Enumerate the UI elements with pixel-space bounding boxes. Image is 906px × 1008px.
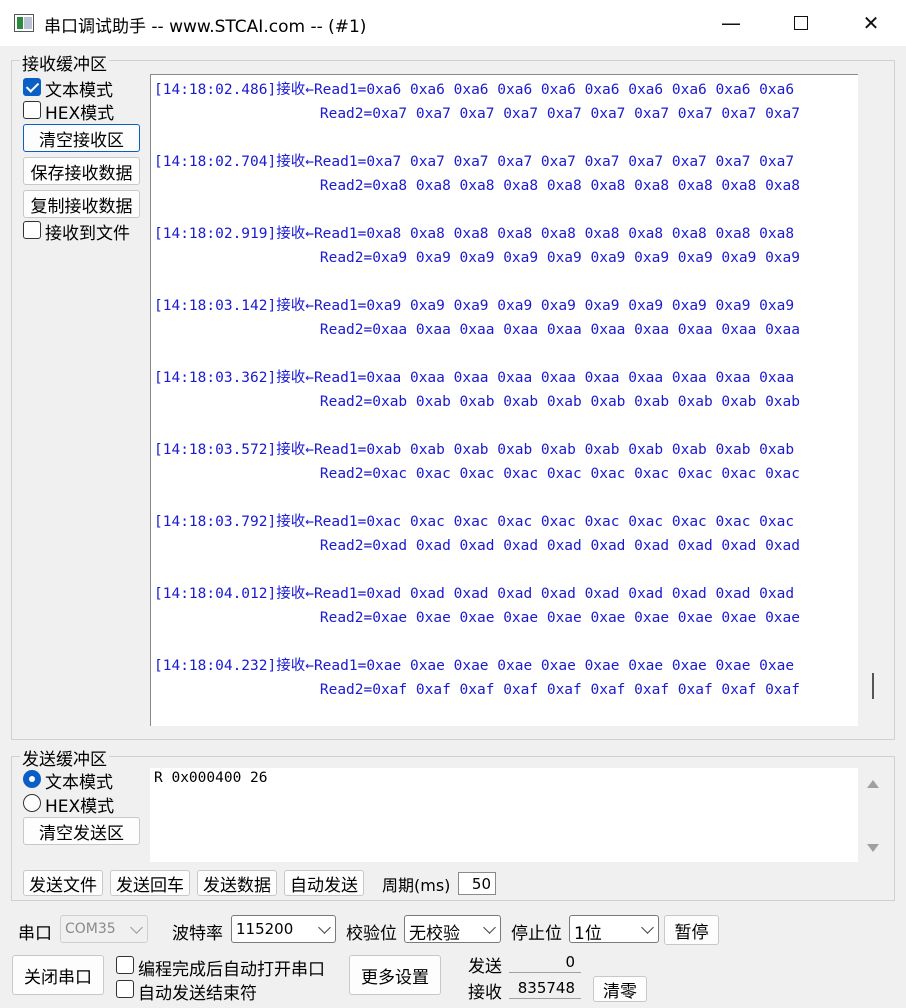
- receive-line: [154, 126, 800, 150]
- receive-line: Read2=0xab 0xab 0xab 0xab 0xab 0xab 0xab…: [154, 394, 801, 410]
- recv-label: 接收: [468, 983, 502, 1003]
- send-hex-mode-label: HEX模式: [45, 797, 115, 817]
- baud-select[interactable]: 115200: [231, 915, 336, 943]
- receive-line: [14:18:02.704]接收←Read1=0xa7 0xa7 0xa7 0x…: [154, 154, 795, 170]
- receive-line: Read2=0xaf 0xaf 0xaf 0xaf 0xaf 0xaf 0xaf…: [154, 682, 801, 698]
- receive-line: [154, 198, 800, 222]
- auto-open-checkbox[interactable]: [116, 956, 134, 974]
- receive-line: [154, 558, 800, 582]
- receive-line: [14:18:03.572]接收←Read1=0xab 0xab 0xab 0x…: [154, 442, 795, 458]
- receive-line: [154, 414, 800, 438]
- recv-to-file-checkbox[interactable]: [23, 221, 41, 239]
- receive-line: [154, 630, 800, 654]
- minimize-button[interactable]: —: [696, 0, 766, 46]
- receive-line: Read2=0xae 0xae 0xae 0xae 0xae 0xae 0xae…: [154, 610, 801, 626]
- pause-button[interactable]: 暂停: [664, 915, 719, 945]
- auto-send-button[interactable]: 自动发送: [284, 870, 364, 896]
- send-text-area[interactable]: R 0x000400 26: [150, 768, 858, 862]
- receive-line: [14:18:02.919]接收←Read1=0xa8 0xa8 0xa8 0x…: [154, 226, 795, 242]
- copy-receive-button[interactable]: 复制接收数据: [23, 190, 140, 218]
- recv-text-mode-label: 文本模式: [45, 81, 113, 101]
- send-file-button[interactable]: 发送文件: [23, 870, 103, 896]
- send-data-button[interactable]: 发送数据: [197, 870, 277, 896]
- minimize-icon: —: [721, 11, 741, 35]
- auto-end-label: 自动发送结束符: [138, 984, 257, 1004]
- maximize-icon: [794, 16, 808, 30]
- clear-send-button[interactable]: 清空发送区: [23, 817, 140, 845]
- recv-to-file-label: 接收到文件: [45, 224, 130, 244]
- chevron-down-icon: [318, 921, 331, 934]
- chevron-down-icon: [130, 921, 143, 934]
- clear-count-button[interactable]: 清零: [593, 976, 647, 1002]
- scroll-up-icon[interactable]: [867, 780, 879, 788]
- recv-hex-mode-label: HEX模式: [45, 104, 115, 124]
- port-value: COM35: [65, 921, 116, 937]
- sent-label: 发送: [468, 957, 502, 977]
- receive-line: Read2=0xad 0xad 0xad 0xad 0xad 0xad 0xad…: [154, 538, 801, 554]
- chevron-down-icon: [641, 921, 654, 934]
- send-text: R 0x000400 26: [154, 770, 268, 786]
- port-select[interactable]: COM35: [60, 915, 148, 943]
- send-text-mode-radio[interactable]: [23, 770, 41, 788]
- send-scrollbar[interactable]: [860, 768, 886, 862]
- window-title: 串口调试助手 -- www.STCAI.com -- (#1): [44, 17, 367, 37]
- period-input[interactable]: 50: [458, 872, 496, 895]
- stop-bits-select[interactable]: 1位: [569, 915, 659, 944]
- auto-open-label: 编程完成后自动打开串口: [138, 960, 325, 980]
- period-label: 周期(ms): [382, 876, 451, 895]
- sent-count: 0: [509, 953, 581, 973]
- recv-count: 835748: [509, 979, 581, 999]
- receive-line: [14:18:04.232]接收←Read1=0xae 0xae 0xae 0x…: [154, 658, 795, 674]
- receive-line: [154, 486, 800, 510]
- chevron-down-icon: [483, 921, 496, 934]
- receive-text-area[interactable]: [14:18:02.486]接收←Read1=0xa6 0xa6 0xa6 0x…: [150, 74, 858, 726]
- parity-label: 校验位: [346, 924, 397, 944]
- receive-line: Read2=0xac 0xac 0xac 0xac 0xac 0xac 0xac…: [154, 466, 801, 482]
- receive-line: [14:18:03.142]接收←Read1=0xa9 0xa9 0xa9 0x…: [154, 298, 795, 314]
- save-receive-button[interactable]: 保存接收数据: [23, 157, 140, 185]
- receive-line: Read2=0xaa 0xaa 0xaa 0xaa 0xaa 0xaa 0xaa…: [154, 322, 801, 338]
- recv-text-mode-checkbox[interactable]: [23, 78, 41, 96]
- auto-end-checkbox[interactable]: [116, 980, 134, 998]
- scroll-down-icon[interactable]: [867, 844, 879, 852]
- receive-line: [14:18:02.486]接收←Read1=0xa6 0xa6 0xa6 0x…: [154, 82, 795, 98]
- parity-value: 无校验: [409, 924, 460, 944]
- send-enter-button[interactable]: 发送回车: [110, 870, 190, 896]
- receive-line: [14:18:03.362]接收←Read1=0xaa 0xaa 0xaa 0x…: [154, 370, 795, 386]
- close-button[interactable]: ✕: [836, 0, 906, 46]
- receive-line: [14:18:04.012]接收←Read1=0xad 0xad 0xad 0x…: [154, 586, 795, 602]
- receive-group-label: 接收缓冲区: [20, 50, 109, 75]
- receive-line: Read2=0xa9 0xa9 0xa9 0xa9 0xa9 0xa9 0xa9…: [154, 250, 801, 266]
- title-bar: 串口调试助手 -- www.STCAI.com -- (#1) — ✕: [0, 0, 906, 46]
- receive-scrollbar[interactable]: [872, 673, 874, 699]
- port-label: 串口: [18, 924, 52, 944]
- app-icon: [14, 14, 34, 32]
- maximize-button[interactable]: [766, 0, 836, 46]
- close-port-button[interactable]: 关闭串口: [12, 955, 104, 995]
- recv-hex-mode-checkbox[interactable]: [23, 101, 41, 119]
- receive-line: Read2=0xa7 0xa7 0xa7 0xa7 0xa7 0xa7 0xa7…: [154, 106, 801, 122]
- stop-bits-label: 停止位: [511, 924, 562, 944]
- close-icon: ✕: [862, 11, 880, 35]
- receive-line: [14:18:03.792]接收←Read1=0xac 0xac 0xac 0x…: [154, 514, 795, 530]
- send-group-label: 发送缓冲区: [20, 745, 109, 770]
- baud-value: 115200: [236, 920, 294, 938]
- send-text-mode-label: 文本模式: [45, 773, 113, 793]
- stop-bits-value: 1位: [574, 924, 602, 944]
- clear-receive-button[interactable]: 清空接收区: [23, 124, 140, 152]
- send-hex-mode-radio[interactable]: [23, 794, 41, 812]
- receive-line: [154, 342, 800, 366]
- baud-label: 波特率: [172, 924, 223, 944]
- parity-select[interactable]: 无校验: [404, 915, 501, 944]
- receive-line: Read2=0xa8 0xa8 0xa8 0xa8 0xa8 0xa8 0xa8…: [154, 178, 801, 194]
- receive-lines: [14:18:02.486]接收←Read1=0xa6 0xa6 0xa6 0x…: [154, 78, 800, 702]
- receive-line: [154, 270, 800, 294]
- more-settings-button[interactable]: 更多设置: [349, 955, 441, 995]
